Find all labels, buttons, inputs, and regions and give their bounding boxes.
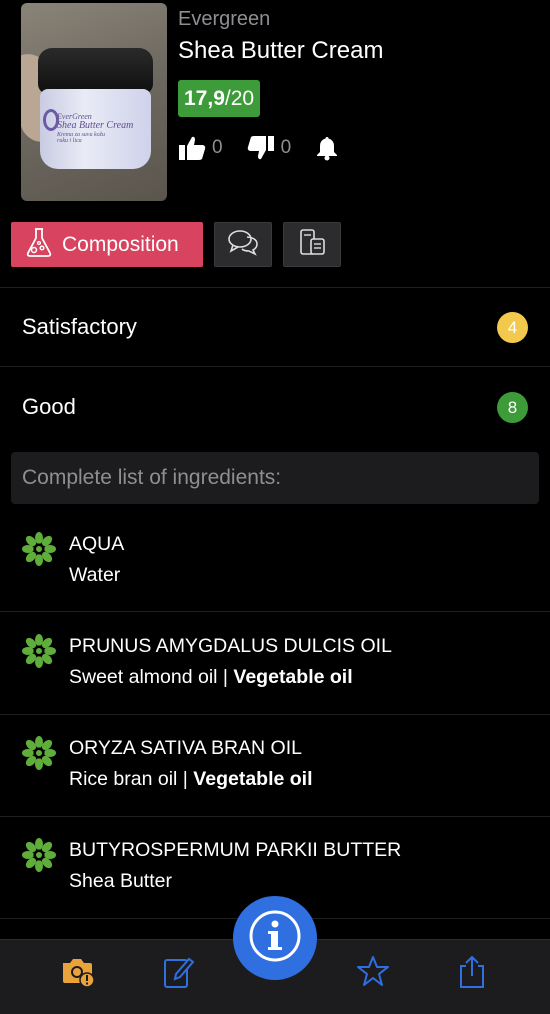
jar-label-line: ruku i lica bbox=[57, 138, 82, 145]
tab-composition[interactable]: Composition bbox=[11, 222, 203, 267]
rating-label: Satisfactory bbox=[22, 314, 137, 339]
flower-icon bbox=[22, 838, 56, 877]
ingredient-inci: ORYZA SATIVA BRAN OIL bbox=[69, 737, 302, 759]
reaction-bar: 0 0 bbox=[178, 133, 363, 163]
score-max: /20 bbox=[224, 87, 255, 110]
compare-products-icon bbox=[297, 227, 327, 262]
like-button[interactable]: 0 bbox=[178, 135, 223, 161]
divider bbox=[0, 366, 550, 367]
thumbs-down-icon bbox=[247, 135, 275, 161]
ingredients-header: Complete list of ingredients: bbox=[11, 452, 539, 504]
score-value: 17,9 bbox=[184, 87, 225, 110]
ingredient-inci: BUTYROSPERMUM PARKII BUTTER bbox=[69, 839, 402, 861]
flower-icon bbox=[22, 634, 56, 673]
dislike-button[interactable]: 0 bbox=[247, 135, 292, 161]
info-button[interactable] bbox=[233, 896, 317, 980]
dislike-count: 0 bbox=[280, 137, 292, 158]
notify-button[interactable] bbox=[315, 135, 339, 161]
score-badge: 17,9/20 bbox=[178, 80, 261, 117]
info-icon bbox=[247, 908, 303, 969]
ingredient-common: Water bbox=[69, 564, 121, 586]
ingredient-row[interactable]: PRUNUS AMYGDALUS DULCIS OIL Sweet almond… bbox=[0, 612, 550, 714]
ingredient-common: Rice bran oil bbox=[69, 768, 178, 790]
ingredient-inci: PRUNUS AMYGDALUS DULCIS OIL bbox=[69, 635, 392, 657]
rating-count-badge: 4 bbox=[497, 311, 528, 343]
ingredient-description: Sweet almond oil | Vegetable oil bbox=[69, 666, 353, 688]
bell-icon bbox=[315, 135, 339, 161]
rating-row-good[interactable]: Good 8 bbox=[0, 368, 550, 446]
ingredient-common: Sweet almond oil bbox=[69, 666, 218, 688]
thumbs-up-icon bbox=[178, 135, 206, 161]
flower-icon bbox=[22, 532, 56, 571]
chat-bubbles-icon bbox=[227, 228, 259, 261]
ingredient-description: Rice bran oil | Vegetable oil bbox=[69, 768, 313, 790]
jar-label-line: Shea Butter Cream bbox=[57, 120, 134, 132]
ingredient-row[interactable]: AQUA Water bbox=[0, 510, 550, 612]
tab-compare[interactable] bbox=[283, 222, 341, 267]
flask-icon bbox=[25, 226, 62, 264]
flower-icon bbox=[22, 736, 56, 775]
star-icon[interactable] bbox=[356, 954, 390, 993]
tab-composition-label: Composition bbox=[62, 232, 179, 256]
ingredient-inci: AQUA bbox=[69, 533, 125, 555]
ingredient-row[interactable]: ORYZA SATIVA BRAN OIL Rice bran oil | Ve… bbox=[0, 714, 550, 816]
section-tabs: Composition bbox=[11, 222, 341, 267]
jar-label: EverGreen Shea Butter Cream Krema za suv… bbox=[57, 112, 137, 145]
jar-lid bbox=[38, 48, 153, 94]
product-name: Shea Butter Cream bbox=[178, 37, 384, 64]
product-header: EverGreen Shea Butter Cream Krema za suv… bbox=[0, 0, 550, 212]
product-photo[interactable]: EverGreen Shea Butter Cream Krema za suv… bbox=[21, 3, 167, 201]
rating-row-satisfactory[interactable]: Satisfactory 4 bbox=[0, 288, 550, 366]
ingredient-common: Shea Butter bbox=[69, 870, 172, 892]
brand-name[interactable]: Evergreen bbox=[178, 8, 270, 31]
rating-label: Good bbox=[22, 394, 76, 419]
ingredient-category: Vegetable oil bbox=[233, 666, 353, 688]
tab-reviews[interactable] bbox=[214, 222, 272, 267]
ingredient-category: Vegetable oil bbox=[193, 768, 313, 790]
rating-count-badge: 8 bbox=[497, 391, 528, 423]
share-icon[interactable] bbox=[456, 954, 488, 995]
like-count: 0 bbox=[212, 137, 223, 158]
edit-icon[interactable] bbox=[162, 954, 196, 995]
camera-alert-icon[interactable] bbox=[60, 954, 96, 993]
